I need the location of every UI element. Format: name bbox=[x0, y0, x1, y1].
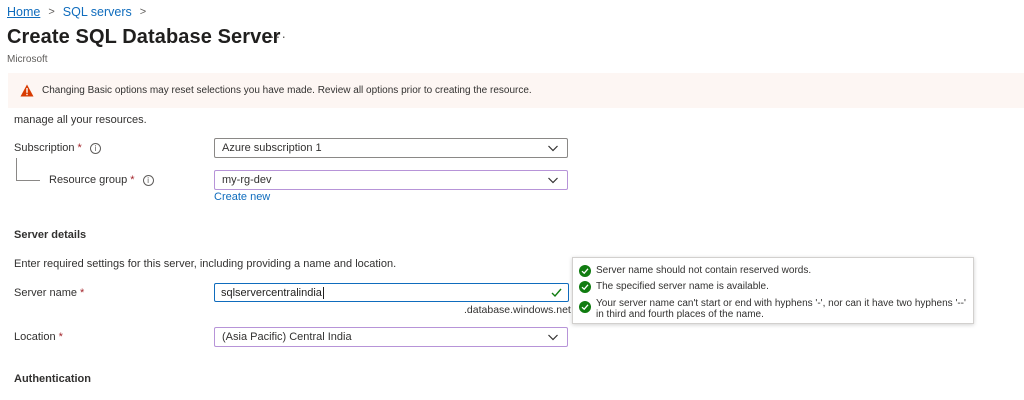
validation-rule-text: The specified server name is available. bbox=[596, 281, 769, 292]
checkmark-icon bbox=[551, 288, 562, 298]
resource-group-value: my-rg-dev bbox=[222, 174, 272, 186]
required-marker: * bbox=[130, 174, 135, 186]
check-circle-icon bbox=[579, 265, 591, 277]
validation-rule: Your server name can't start or end with… bbox=[579, 298, 971, 320]
resource-group-label-text: Resource group bbox=[49, 174, 128, 186]
required-marker: * bbox=[58, 331, 63, 343]
warning-icon bbox=[20, 84, 34, 97]
location-value: (Asia Pacific) Central India bbox=[222, 331, 352, 343]
publisher-label: Microsoft bbox=[7, 54, 48, 65]
server-name-label-text: Server name bbox=[14, 287, 77, 299]
page-title: Create SQL Database Server bbox=[7, 26, 281, 48]
subscription-label: Subscription * i bbox=[14, 142, 101, 154]
validation-rule: The specified server name is available. bbox=[579, 281, 769, 293]
location-select[interactable]: (Asia Pacific) Central India bbox=[214, 327, 568, 347]
breadcrumb-separator: > bbox=[139, 6, 147, 18]
text-caret bbox=[322, 286, 324, 299]
info-icon[interactable]: i bbox=[142, 174, 154, 186]
server-name-suffix: .database.windows.net bbox=[464, 304, 571, 316]
validation-rule-text: Your server name can't start or end with… bbox=[596, 298, 966, 320]
tree-connector bbox=[16, 180, 40, 181]
breadcrumb-separator: > bbox=[48, 6, 55, 18]
intro-text: manage all your resources. bbox=[14, 114, 147, 126]
warning-banner: Changing Basic options may reset selecti… bbox=[8, 73, 1024, 108]
server-details-heading: Server details bbox=[14, 229, 87, 241]
breadcrumb-sql-servers-link[interactable]: SQL servers bbox=[63, 5, 132, 19]
create-new-link[interactable]: Create new bbox=[214, 191, 270, 203]
chevron-down-icon bbox=[548, 177, 558, 184]
check-circle-icon bbox=[579, 301, 591, 313]
server-name-input[interactable]: sqlservercentralindia bbox=[214, 283, 569, 302]
required-marker: * bbox=[77, 142, 82, 154]
validation-popup: Server name should not contain reserved … bbox=[572, 257, 974, 324]
subscription-label-text: Subscription bbox=[14, 142, 75, 154]
info-icon[interactable]: i bbox=[89, 142, 101, 154]
breadcrumb: Home > SQL servers > bbox=[7, 5, 154, 19]
required-marker: * bbox=[79, 287, 85, 299]
server-details-description: Enter required settings for this server,… bbox=[14, 258, 397, 270]
validation-rule-text: Server name should not contain reserved … bbox=[596, 265, 812, 276]
location-label-text: Location bbox=[14, 331, 56, 343]
authentication-heading: Authentication bbox=[14, 373, 91, 385]
warning-text: Changing Basic options may reset selecti… bbox=[42, 85, 532, 96]
chevron-down-icon bbox=[548, 334, 558, 341]
validation-rule: Server name should not contain reserved … bbox=[579, 265, 811, 277]
server-name-label: Server name * bbox=[14, 287, 84, 299]
subscription-value: Azure subscription 1 bbox=[222, 142, 322, 154]
tree-connector bbox=[16, 158, 17, 180]
server-name-value: sqlservercentralindia bbox=[221, 286, 322, 299]
resource-group-label: Resource group * i bbox=[49, 174, 154, 186]
resource-group-select[interactable]: my-rg-dev bbox=[214, 170, 568, 190]
more-options-button[interactable]: ··· bbox=[270, 28, 287, 44]
chevron-down-icon bbox=[548, 145, 558, 152]
check-circle-icon bbox=[579, 281, 591, 293]
breadcrumb-home-link[interactable]: Home bbox=[7, 5, 40, 19]
location-label: Location * bbox=[14, 331, 63, 343]
subscription-select[interactable]: Azure subscription 1 bbox=[214, 138, 568, 158]
